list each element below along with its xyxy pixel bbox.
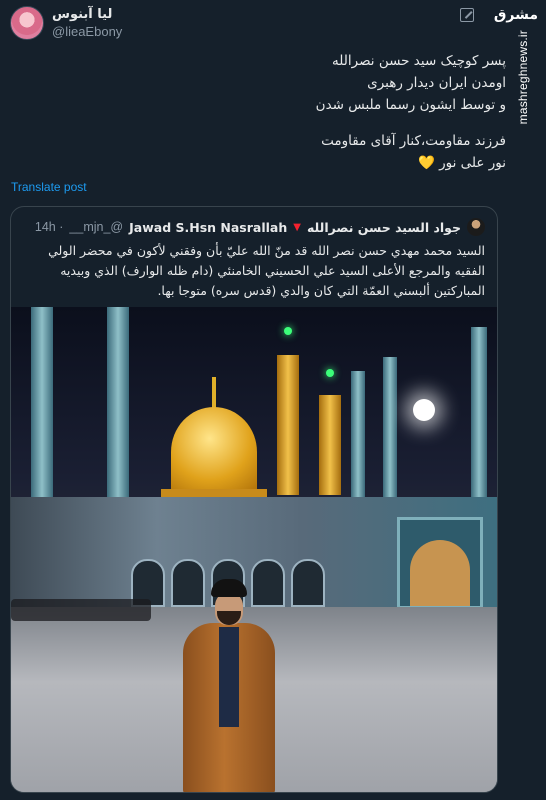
heart-emoji: 💛 [418,155,435,171]
author-names: لیا آبنوس @lieaEbony [52,7,122,39]
tweet-header: لیا آبنوس @lieaEbony [10,6,122,40]
cleric-figure [183,579,275,792]
verified-badge-icon: ▼ [293,221,301,233]
shrine-portal [397,517,483,609]
shrine-photo[interactable] [11,307,497,792]
minaret [31,307,53,497]
golden-minaret [319,395,341,495]
quoted-header: جواد السيد حسن نصرالله ▼ Jawad S.Hsn Nas… [11,217,497,237]
dome-finial [212,377,216,411]
arch [291,559,325,607]
spotlight [413,399,435,421]
minaret [107,307,129,497]
tweet-line: فرزند مقاومت،کنار آقای مقاومت [321,133,506,149]
translate-post-link[interactable]: Translate post [11,180,87,194]
tweet-line: و توسط ایشون رسما ملبس شدن [315,97,506,113]
avatar[interactable] [10,6,44,40]
quoted-tweet[interactable]: جواد السيد حسن نصرالله ▼ Jawad S.Hsn Nas… [10,206,498,793]
quoted-avatar[interactable] [467,218,485,236]
edit-icon [460,8,474,22]
quoted-name-ar[interactable]: جواد السيد حسن نصرالله [307,220,461,235]
watermark-site: mashreghnews.ir [516,30,530,125]
golden-dome [171,407,257,497]
quoted-time: · 14h [34,220,64,234]
display-name[interactable]: لیا آبنوس [52,7,112,22]
quoted-handle[interactable]: @_mjn__ [69,220,123,234]
green-light [284,327,292,335]
tweet-line-text: نور علی نور [439,155,506,171]
tweet-line: اومدن ایران دیدار رهبری [367,75,506,91]
crowd [11,599,151,621]
quoted-name-en[interactable]: Jawad S.Hsn Nasrallah [129,220,287,235]
tweet-line: نور علی نور 💛 [66,152,506,174]
watermark-logo: مشرق [493,7,538,23]
name-row: لیا آبنوس [52,7,122,22]
quoted-text: السيد محمد مهدي حسن نصر الله قد منّ الله… [48,243,485,298]
watermark: مشرق mashreghnews.ir [493,4,540,134]
turban [211,579,247,597]
green-light [326,369,334,377]
golden-minaret [277,355,299,495]
tweet-line: پسر کوچیک سید حسن نصرالله [332,53,506,69]
inner-garment [219,627,239,727]
portal-interior [410,540,470,606]
tweet-text: پسر کوچیک سید حسن نصرالله اومدن ایران دی… [66,50,506,174]
author-handle[interactable]: @lieaEbony [52,24,122,39]
